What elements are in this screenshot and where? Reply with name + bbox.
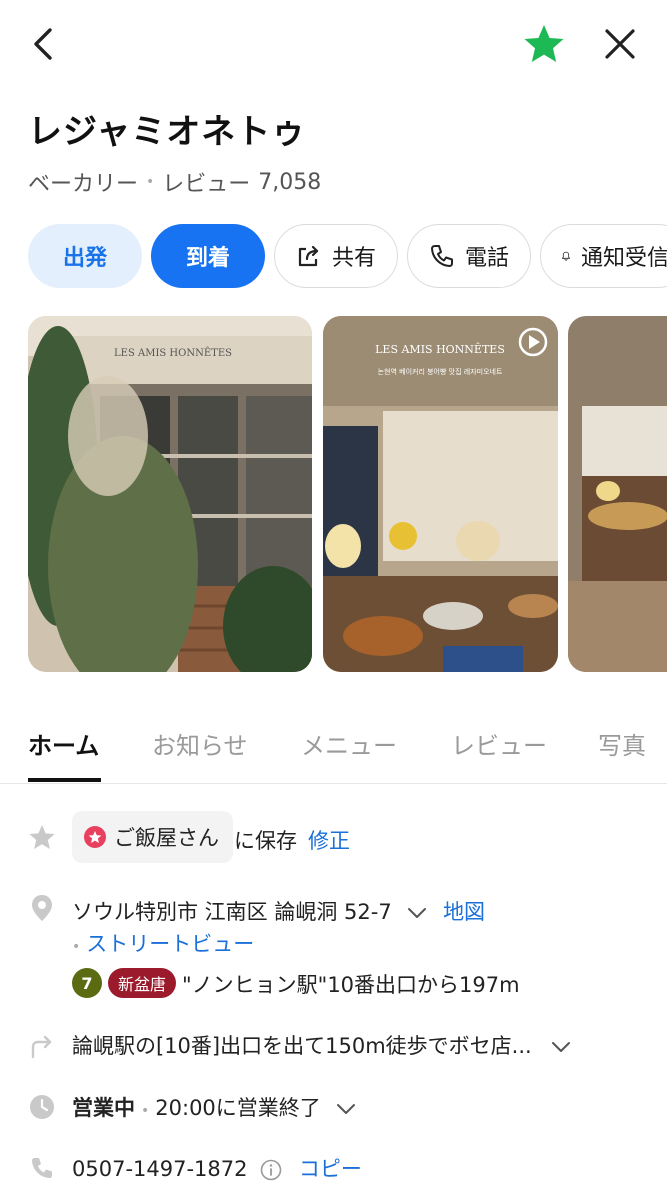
video-caption: 논현역 베이커리 붕어빵 맛집 레자미오네트 (378, 367, 503, 376)
phone-button[interactable]: 電話 (407, 224, 531, 288)
phone-number[interactable]: 0507-1497-1872 (72, 1157, 248, 1181)
info-icon[interactable] (260, 1159, 282, 1181)
storefront-photo[interactable]: LES AMIS HONNÊTES (28, 316, 312, 672)
saved-list-chip[interactable]: ご飯屋さん (72, 811, 233, 863)
back-button[interactable] (22, 22, 66, 66)
share-label: 共有 (331, 246, 376, 271)
depart-button[interactable]: 出発 (28, 224, 142, 288)
map-link[interactable]: 地図 (443, 900, 485, 924)
review-label[interactable]: レビュー (162, 166, 250, 198)
saved-list-name: ご飯屋さん (114, 826, 219, 850)
address-value: ソウル特別市 江南区 論峴洞 52-7 (72, 900, 392, 924)
bakery-display-photo[interactable] (568, 316, 667, 672)
station-directions: "ノンヒョン駅"10番出口から197m (182, 973, 520, 997)
tab-photos[interactable]: 写真 (598, 726, 646, 761)
action-bar: 出発 到着 共有 電話 通知受信 (28, 224, 667, 288)
bell-icon (561, 251, 571, 261)
saved-suffix: に保存 (234, 829, 297, 853)
subway-line-7-badge: 7 (72, 968, 102, 998)
copy-button[interactable]: コピー (299, 1157, 362, 1181)
close-icon (605, 29, 635, 59)
phone-small-icon (28, 1154, 56, 1182)
saved-list-icon (84, 826, 106, 848)
street-view-row: • ストリートビュー (72, 928, 254, 958)
separator-dot: • (146, 174, 155, 190)
top-bar (0, 0, 667, 90)
tab-home[interactable]: ホーム (28, 726, 99, 761)
place-category: ベーカリー (28, 172, 139, 197)
chevron-down-icon (337, 1104, 356, 1114)
favorite-star-icon (524, 25, 564, 62)
hours-status: 営業中 (72, 1096, 135, 1120)
turn-arrow-icon (28, 1032, 56, 1060)
hours-detail: 20:00に営業終了 (155, 1096, 321, 1120)
chevron-down-icon (552, 1042, 571, 1052)
business-hours[interactable]: 営業中 • 20:00に営業終了 (72, 1092, 357, 1122)
active-tab-indicator (28, 778, 101, 782)
storefront-sign: LES AMIS HONNÊTES (114, 347, 232, 359)
place-name: レジャミオネトゥ (28, 112, 307, 152)
phone-icon (430, 245, 453, 267)
place-meta: ベーカリー • レビュー 7,058 (28, 166, 321, 198)
depart-label: 出発 (62, 246, 107, 271)
favorite-button[interactable] (520, 20, 568, 68)
street-view-link[interactable]: ストリートビュー (86, 932, 254, 956)
separator-dot: • (72, 939, 81, 955)
bakery-display-image (568, 316, 667, 672)
video-title: LES AMIS HONNÊTES (375, 342, 505, 356)
address-text[interactable]: ソウル特別市 江南区 論峴洞 52-7 地図 (72, 896, 485, 926)
interior-video-thumbnail[interactable]: LES AMIS HONNÊTES 논현역 베이커리 붕어빵 맛집 레자미오네트 (323, 316, 558, 672)
share-button[interactable]: 共有 (274, 224, 398, 288)
notify-button[interactable]: 通知受信 (540, 224, 667, 288)
chevron-down-icon (408, 908, 427, 918)
section-tabs: ホーム お知らせ メニュー レビュー 写真 (0, 712, 667, 784)
share-icon (298, 245, 319, 267)
edit-link[interactable]: 修正 (308, 825, 350, 855)
phone-row: 0507-1497-1872 コピー (72, 1153, 362, 1183)
subway-line-sinbundang-badge: 新盆唐 (108, 968, 177, 998)
notify-label: 通知受信 (580, 246, 667, 271)
location-pin-icon (28, 894, 56, 922)
review-count[interactable]: 7,058 (258, 170, 321, 195)
arrive-button[interactable]: 到着 (151, 224, 265, 288)
star-outline-icon (28, 823, 56, 851)
photo-carousel[interactable]: LES AMIS HONNÊTES LES AMIS HONNÊTES 논현역 … (28, 316, 667, 672)
clock-icon (28, 1093, 56, 1121)
phone-label: 電話 (464, 246, 509, 271)
interior-image: LES AMIS HONNÊTES 논현역 베이커리 붕어빵 맛집 레자미오네트 (323, 316, 558, 672)
close-button[interactable] (598, 22, 642, 66)
tab-menu[interactable]: メニュー (301, 726, 397, 761)
separator-dot: • (141, 1103, 150, 1119)
storefront-image: LES AMIS HONNÊTES (28, 316, 312, 672)
walking-directions-text: 論峴駅の[10番]出口を出て150m徒歩でボセ店... (72, 1034, 532, 1058)
walking-directions[interactable]: 論峴駅の[10番]出口を出て150m徒歩でボセ店... (72, 1030, 572, 1060)
tab-news[interactable]: お知らせ (152, 726, 248, 761)
back-icon (34, 28, 52, 60)
arrive-label: 到着 (185, 246, 230, 271)
tab-reviews[interactable]: レビュー (451, 726, 547, 761)
